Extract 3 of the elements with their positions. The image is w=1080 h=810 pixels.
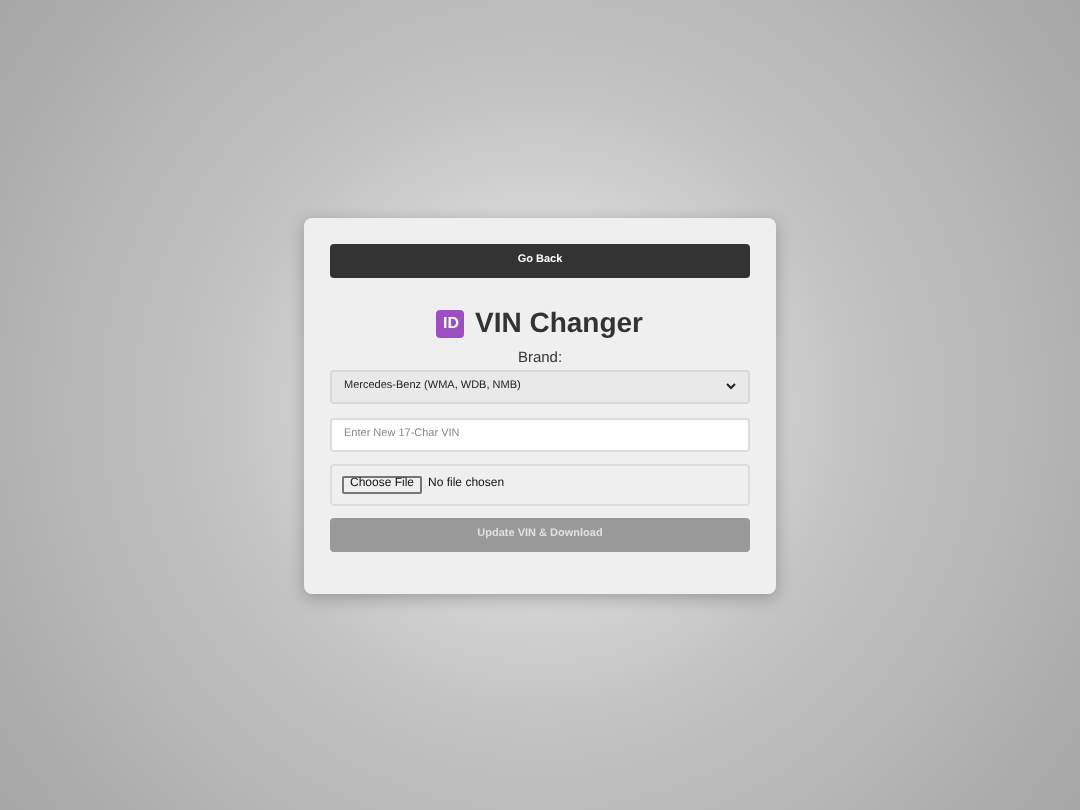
chevron-down-icon	[726, 382, 736, 391]
id-badge-icon: ID	[436, 309, 465, 337]
app-title: VIN Changer	[474, 304, 643, 342]
